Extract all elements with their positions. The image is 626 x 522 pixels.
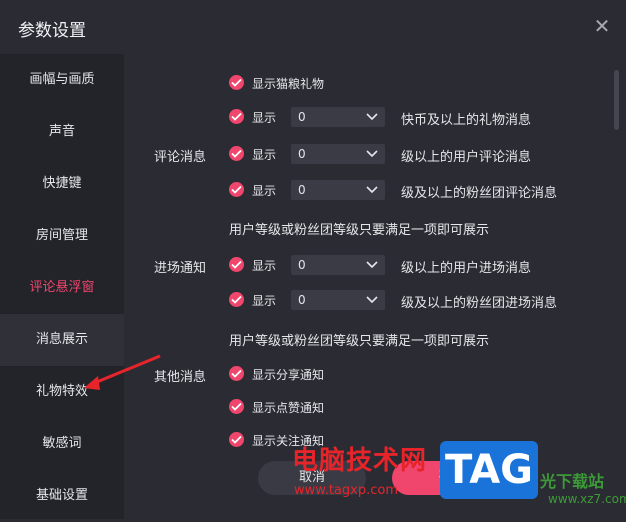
fan-comment-level-select[interactable]: 0 xyxy=(291,180,385,200)
select-value: 0 xyxy=(298,293,306,307)
chevron-down-icon xyxy=(366,186,378,194)
sidebar-item-messages[interactable]: 消息展示 xyxy=(0,314,124,366)
sidebar-item-sensitive[interactable]: 敏感词 xyxy=(0,418,124,470)
close-icon[interactable]: ✕ xyxy=(590,14,614,38)
checkbox-like[interactable] xyxy=(229,399,244,414)
checkbox-coin-gift[interactable] xyxy=(229,109,244,124)
dialog-title: 参数设置 xyxy=(18,21,86,41)
checkbox-follow[interactable] xyxy=(229,432,244,447)
show-label: 显示 xyxy=(252,184,277,198)
sidebar-item-shortcuts[interactable]: 快捷键 xyxy=(0,158,124,210)
sidebar: 画幅与画质 声音 快捷键 房间管理 评论悬浮窗 消息展示 礼物特效 敏感词 基础… xyxy=(0,54,124,519)
checkbox-fan-comment[interactable] xyxy=(229,182,244,197)
sidebar-item-comment-float[interactable]: 评论悬浮窗 xyxy=(0,262,124,314)
fan-comment-suffix: 级及以上的粉丝团评论消息 xyxy=(401,186,558,201)
checkbox-share[interactable] xyxy=(229,366,244,381)
checkbox-user-entry[interactable] xyxy=(229,257,244,272)
entry-section-label: 进场通知 xyxy=(154,261,207,276)
coin-gift-suffix: 快币及以上的礼物消息 xyxy=(401,113,532,128)
sidebar-item-gift-effects[interactable]: 礼物特效 xyxy=(0,366,124,418)
chevron-down-icon xyxy=(366,296,378,304)
checkbox-fan-entry[interactable] xyxy=(229,292,244,307)
user-comment-suffix: 级以上的用户评论消息 xyxy=(401,150,532,165)
fan-entry-level-select[interactable]: 0 xyxy=(291,290,385,310)
select-value: 0 xyxy=(298,258,306,272)
checkbox-like-label: 显示点赞通知 xyxy=(252,401,325,415)
checkbox-share-label: 显示分享通知 xyxy=(252,368,325,382)
chevron-down-icon xyxy=(366,261,378,269)
select-value: 0 xyxy=(298,147,306,161)
scrollbar[interactable] xyxy=(614,70,619,130)
title-bar: 参数设置 ✕ xyxy=(0,0,626,54)
coin-gift-select[interactable]: 0 xyxy=(291,107,385,127)
watermark-right-text: 光下载站 xyxy=(540,472,605,491)
checkbox-cat-food-label: 显示猫粮礼物 xyxy=(252,77,325,91)
watermark-right-url: www.xz7.com xyxy=(548,492,626,506)
watermark-site-name: 电脑技术网 xyxy=(292,446,428,476)
checkbox-cat-food[interactable] xyxy=(229,75,244,90)
entry-note: 用户等级或粉丝团等级只要满足一项即可展示 xyxy=(229,223,490,238)
user-comment-level-select[interactable]: 0 xyxy=(291,144,385,164)
chevron-down-icon xyxy=(366,150,378,158)
checkbox-user-comment[interactable] xyxy=(229,146,244,161)
show-label: 显示 xyxy=(252,148,277,162)
select-value: 0 xyxy=(298,183,306,197)
user-entry-level-select[interactable]: 0 xyxy=(291,255,385,275)
user-entry-suffix: 级以上的用户进场消息 xyxy=(401,261,532,276)
watermark-url: www.tagxp.com xyxy=(294,483,398,498)
show-label: 显示 xyxy=(252,294,277,308)
other-section-label: 其他消息 xyxy=(154,370,207,385)
fan-entry-suffix: 级及以上的粉丝团进场消息 xyxy=(401,296,558,311)
select-value: 0 xyxy=(298,110,306,124)
show-label: 显示 xyxy=(252,111,277,125)
sidebar-item-room[interactable]: 房间管理 xyxy=(0,210,124,262)
sidebar-item-resolution[interactable]: 画幅与画质 xyxy=(0,54,124,106)
sidebar-item-sound[interactable]: 声音 xyxy=(0,106,124,158)
watermark-tag-logo: TAG xyxy=(440,441,538,499)
show-label: 显示 xyxy=(252,259,277,273)
comment-section-label: 评论消息 xyxy=(154,150,207,165)
other-note: 用户等级或粉丝团等级只要满足一项即可展示 xyxy=(229,334,490,349)
chevron-down-icon xyxy=(366,113,378,121)
sidebar-item-basic[interactable]: 基础设置 xyxy=(0,470,124,522)
